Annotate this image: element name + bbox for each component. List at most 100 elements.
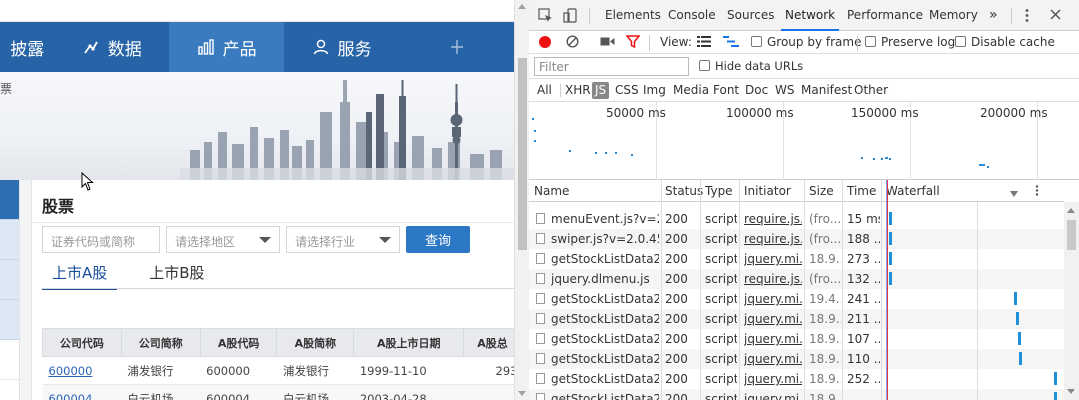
request-initiator[interactable]: jquery.mi... [744,372,802,386]
request-row[interactable]: getStockListData2.... 200 script jquery.mi.… [529,369,1064,389]
scroll-down-icon[interactable] [1067,389,1075,394]
table-cell: 浦发银行 [121,356,201,385]
network-overview[interactable]: 50000 ms 100000 ms 150000 ms 200000 ms [529,102,1079,180]
request-initiator[interactable]: require.js... [744,232,802,246]
request-row[interactable]: menuEvent.js?v=2.... 200 script require.js.… [529,209,1064,229]
column-header-name[interactable]: Name [534,184,569,198]
preserve-log-checkbox[interactable]: Preserve log [865,35,955,49]
type-other[interactable]: Other [854,83,888,97]
sidebar-item[interactable] [0,340,19,380]
request-row[interactable]: getStockListData2.... 200 script jquery.mi.… [529,349,1064,369]
tab-a-shares[interactable]: 上市A股 [42,262,118,290]
group-by-frame-checkbox[interactable]: Group by frame [751,35,861,49]
tab-elements[interactable]: Elements [601,0,665,31]
scroll-up-icon[interactable] [518,4,526,9]
close-icon[interactable] [1049,8,1062,24]
waterfall-view-icon[interactable] [723,36,739,50]
hide-data-urls-checkbox[interactable]: Hide data URLs [699,59,803,73]
scroll-up-icon[interactable] [1067,208,1075,213]
disable-cache-checkbox[interactable]: Disable cache [955,35,1055,49]
nav-item-label: 披露 [10,39,45,60]
column-header[interactable]: A股上市日期 [353,328,465,357]
sort-arrow-icon[interactable] [1010,186,1018,200]
type-manifest[interactable]: Manifest [801,83,852,97]
column-header-initiator[interactable]: Initiator [744,184,791,198]
type-css[interactable]: CSS [615,83,639,97]
sidebar-item[interactable] [0,300,19,340]
request-list-scrollbar[interactable] [1064,202,1079,400]
nav-item-data[interactable]: 数据 [54,22,169,72]
column-header[interactable]: A股简称 [276,328,355,357]
tab-memory[interactable]: Memory [925,0,982,31]
type-ws[interactable]: WS [775,83,794,97]
request-row[interactable]: swiper.js?v=2.0.45 200 script require.js...… [529,229,1064,249]
type-xhr[interactable]: XHR [565,83,591,97]
request-initiator[interactable]: jquery.mi... [744,292,802,306]
list-view-icon[interactable] [697,36,711,50]
request-initiator[interactable]: jquery.mi... [744,252,802,266]
request-initiator[interactable]: jquery.mi... [744,392,802,400]
region-select[interactable]: 请选择地区 [166,226,280,253]
column-header[interactable]: 公司简称 [120,328,201,357]
request-row[interactable]: getStockListData2.... 200 script jquery.mi.… [529,249,1064,269]
page-scrollbar[interactable] [514,0,529,400]
column-header-status[interactable]: Status [665,184,703,198]
tab-console[interactable]: Console [664,0,720,31]
column-header[interactable]: A股总 [463,328,514,357]
tab-network[interactable]: Network [781,0,840,31]
type-media[interactable]: Media [673,83,709,97]
request-name: getStockListData2.... [551,292,659,306]
request-status: 200 [665,392,688,400]
type-font[interactable]: Font [713,83,739,97]
request-row[interactable]: jquery.dlmenu.js 200 script require.js... (f… [529,269,1064,289]
column-header-type[interactable]: Type [705,184,733,198]
column-header[interactable]: 公司代码 [42,328,122,357]
scroll-thumb[interactable] [1067,220,1076,250]
request-initiator[interactable]: jquery.mi... [744,312,802,326]
request-row[interactable]: getStockListData2.... 200 script jquery.mi.… [529,389,1064,400]
column-menu-icon[interactable] [1035,184,1039,200]
sidebar-item[interactable] [0,220,19,260]
video-camera-icon[interactable] [600,36,615,50]
clear-icon[interactable] [566,35,579,51]
type-js[interactable]: JS [592,82,610,99]
column-header-waterfall[interactable]: Waterfall [886,184,940,198]
type-doc[interactable]: Doc [745,83,768,97]
request-initiator[interactable]: require.js... [744,212,802,226]
more-tabs-button[interactable]: » [985,0,1002,31]
scroll-down-icon[interactable] [518,391,526,396]
sidebar-item-active[interactable] [0,180,19,220]
sidebar-item[interactable] [0,260,19,300]
nav-item-products[interactable]: 产品 [169,22,285,72]
request-initiator[interactable]: require.js... [744,272,802,286]
tab-performance[interactable]: Performance [843,0,927,31]
device-toolbar-icon[interactable] [563,8,578,26]
request-row[interactable]: getStockListData2.... 200 script jquery.mi.… [529,309,1064,329]
column-header[interactable]: A股代码 [199,328,278,357]
scroll-thumb[interactable] [518,58,527,250]
kebab-menu-icon[interactable] [1024,8,1030,26]
query-button[interactable]: 查询 [406,226,470,253]
tab-b-shares[interactable]: 上市B股 [139,262,214,290]
request-row[interactable]: getStockListData2.... 200 script jquery.mi.… [529,329,1064,349]
column-header-size[interactable]: Size [809,184,834,198]
nav-item-disclosure[interactable]: 披露 [0,22,54,72]
nav-item-more[interactable] [399,22,514,72]
request-initiator[interactable]: jquery.mi... [744,332,802,346]
inspect-element-icon[interactable] [538,8,553,26]
filter-input[interactable]: Filter [534,57,689,76]
industry-select[interactable]: 请选择行业 [286,226,400,253]
filter-funnel-icon[interactable] [625,35,641,51]
company-code-link[interactable]: 600000 [42,356,122,385]
nav-item-services[interactable]: 服务 [284,22,399,72]
request-initiator[interactable]: jquery.mi... [744,352,802,366]
request-row[interactable]: getStockListData2.... 200 script jquery.mi.… [529,289,1064,309]
column-header-time[interactable]: Time [847,184,876,198]
company-code-link[interactable]: 600004 [42,384,122,400]
stock-code-input[interactable]: 证券代码或简称 [42,226,160,253]
request-status: 200 [665,312,688,326]
type-all[interactable]: All [537,83,552,97]
record-icon[interactable] [539,36,551,48]
type-img[interactable]: Img [643,83,666,97]
tab-sources[interactable]: Sources [723,0,778,31]
